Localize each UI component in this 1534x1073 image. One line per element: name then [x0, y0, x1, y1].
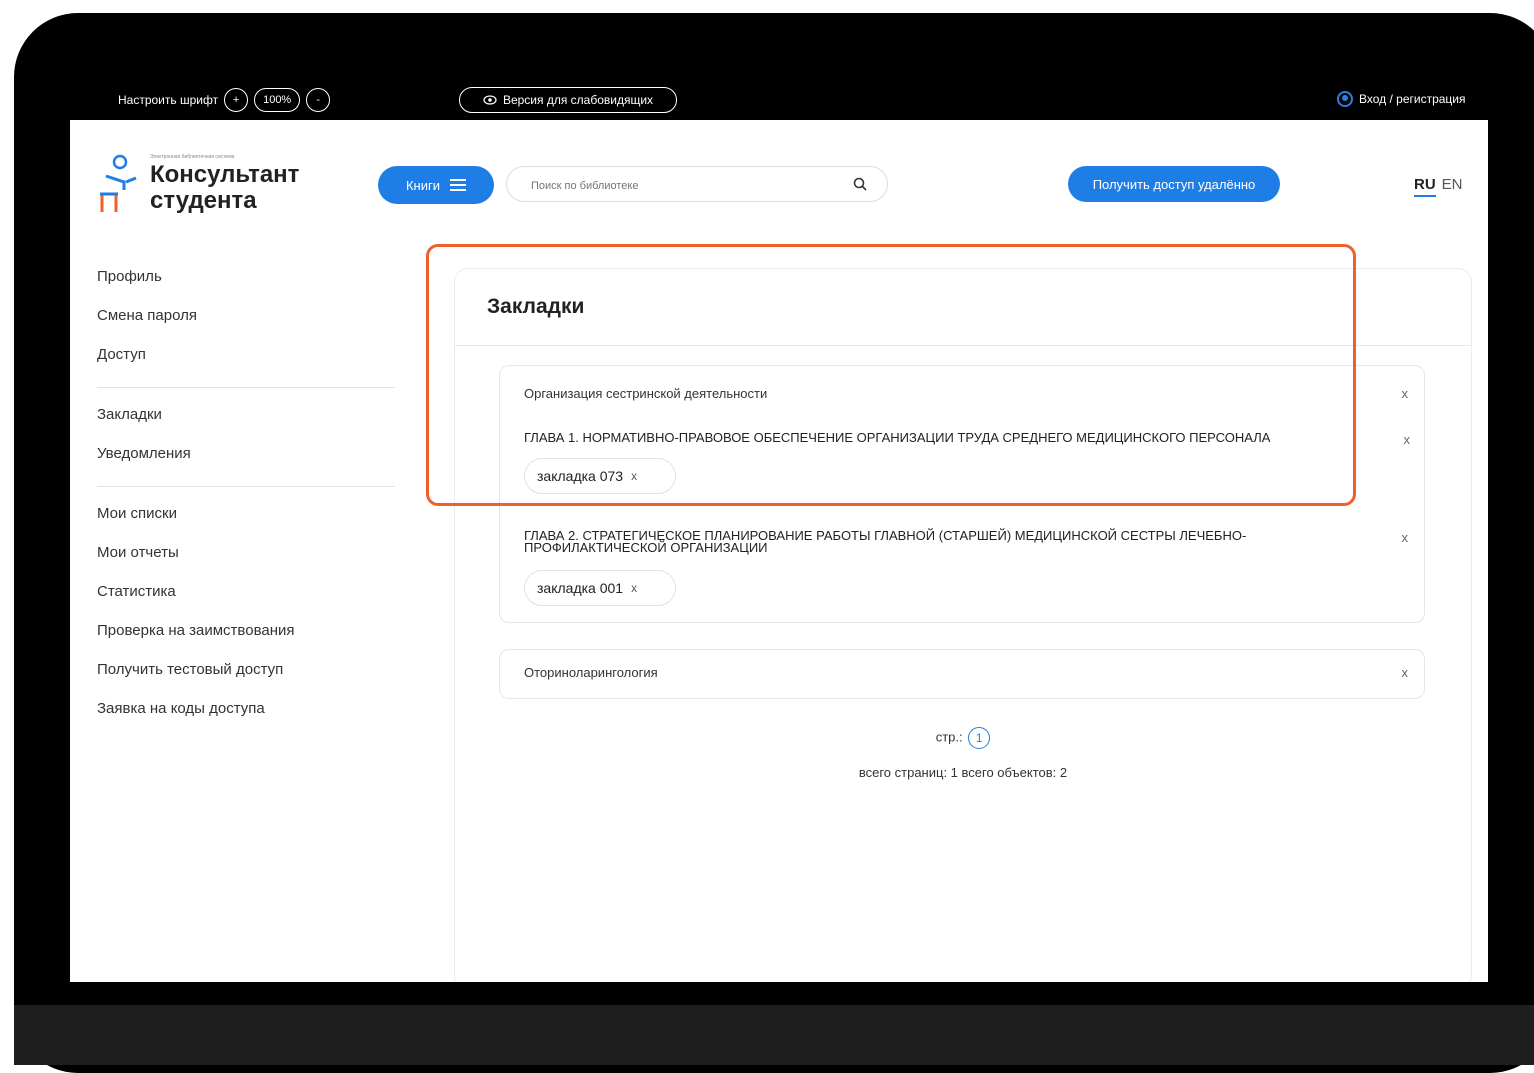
font-zoom-value[interactable]: 100% — [254, 88, 301, 112]
eye-icon — [483, 95, 497, 105]
site-logo[interactable]: Электронная библиотечная система Консуль… — [98, 154, 299, 216]
logo-title-line1: Консультант — [150, 161, 300, 188]
low-vision-button[interactable]: Версия для слабовидящих — [459, 87, 677, 113]
bookmark-chip[interactable]: закладка 001 x — [524, 570, 676, 606]
browser-viewport: Электронная библиотечная система Консуль… — [70, 120, 1488, 982]
search-icon[interactable] — [853, 177, 867, 191]
book-title[interactable]: Организация сестринской деятельности — [524, 386, 767, 401]
chapter-title[interactable]: ГЛАВА 2. СТРАТЕГИЧЕСКОЕ ПЛАНИРОВАНИЕ РАБ… — [524, 529, 1364, 554]
profile-sidebar: Профиль Смена пароля Доступ Закладки Уве… — [97, 264, 397, 735]
bookmark-label: закладка 001 — [537, 580, 624, 596]
remove-bookmark-button[interactable]: x — [631, 581, 637, 595]
laptop-bottom-bezel — [14, 1005, 1534, 1065]
remove-chapter-button[interactable]: x — [1404, 432, 1411, 447]
book-bookmark-group: Оториноларингология x — [499, 649, 1425, 699]
hamburger-icon — [450, 179, 467, 191]
page-title: Закладки — [487, 295, 585, 318]
sidebar-item-statistics[interactable]: Статистика — [97, 579, 397, 618]
panel-divider — [455, 345, 1471, 346]
lang-ru[interactable]: RU — [1414, 176, 1436, 197]
login-link[interactable]: Вход / регистрация — [1337, 91, 1466, 107]
chapter-title[interactable]: ГЛАВА 1. НОРМАТИВНО-ПРАВОВОЕ ОБЕСПЕЧЕНИЕ… — [524, 431, 1364, 444]
bookmark-chip[interactable]: закладка 073 x — [524, 458, 676, 494]
sidebar-divider — [97, 486, 395, 487]
logo-title-line2: студента — [150, 187, 257, 214]
search-input[interactable] — [529, 175, 833, 197]
sidebar-item-change-password[interactable]: Смена пароля — [97, 303, 397, 342]
sidebar-item-test-access[interactable]: Получить тестовый доступ — [97, 657, 397, 696]
pager-label: стр.: — [935, 729, 963, 745]
page-number-button[interactable]: 1 — [968, 727, 991, 749]
sidebar-item-my-reports[interactable]: Мои отчеты — [97, 540, 397, 579]
font-decrease-button[interactable]: - — [306, 88, 331, 112]
book-title[interactable]: Оториноларингология — [524, 665, 658, 680]
sidebar-item-profile[interactable]: Профиль — [97, 264, 397, 303]
sidebar-divider — [97, 387, 395, 388]
book-bookmark-group: Организация сестринской деятельности x Г… — [499, 365, 1425, 623]
accessibility-toolbar: Настроить шрифт + 100% - Версия для слаб… — [14, 13, 1534, 133]
font-settings-label: Настроить шрифт — [118, 93, 219, 107]
lang-en[interactable]: EN — [1442, 176, 1463, 197]
low-vision-label: Версия для слабовидящих — [502, 93, 654, 107]
pagination-totals: всего страниц: 1 всего объектов: 2 — [858, 765, 1068, 780]
search-box — [506, 166, 888, 202]
sidebar-item-plagiarism-check[interactable]: Проверка на заимствования — [97, 618, 397, 657]
user-icon — [1337, 91, 1353, 107]
login-label: Вход / регистрация — [1359, 92, 1466, 106]
remove-chapter-button[interactable]: x — [1402, 530, 1409, 545]
sidebar-item-my-lists[interactable]: Мои списки — [97, 501, 397, 540]
font-controls: Настроить шрифт + 100% - — [118, 88, 331, 112]
books-menu-button[interactable]: Книги — [378, 166, 494, 204]
sidebar-item-access[interactable]: Доступ — [97, 342, 397, 381]
sidebar-item-access-codes[interactable]: Заявка на коды доступа — [97, 696, 397, 735]
font-increase-button[interactable]: + — [224, 88, 249, 112]
bookmarks-panel: Закладки Организация сестринской деятель… — [454, 268, 1472, 982]
sidebar-item-bookmarks[interactable]: Закладки — [97, 402, 397, 441]
sidebar-item-notifications[interactable]: Уведомления — [97, 441, 397, 480]
remove-book-button[interactable]: x — [1402, 665, 1409, 680]
remove-bookmark-button[interactable]: x — [631, 469, 637, 483]
pagination: стр.: 1 — [455, 727, 1471, 749]
logo-mark-icon — [98, 154, 138, 216]
language-switcher: RU EN — [1414, 176, 1463, 197]
books-button-label: Книги — [405, 177, 441, 193]
remove-book-button[interactable]: x — [1402, 386, 1409, 401]
remote-access-button[interactable]: Получить доступ удалённо — [1068, 166, 1280, 202]
bookmark-label: закладка 073 — [537, 468, 624, 484]
